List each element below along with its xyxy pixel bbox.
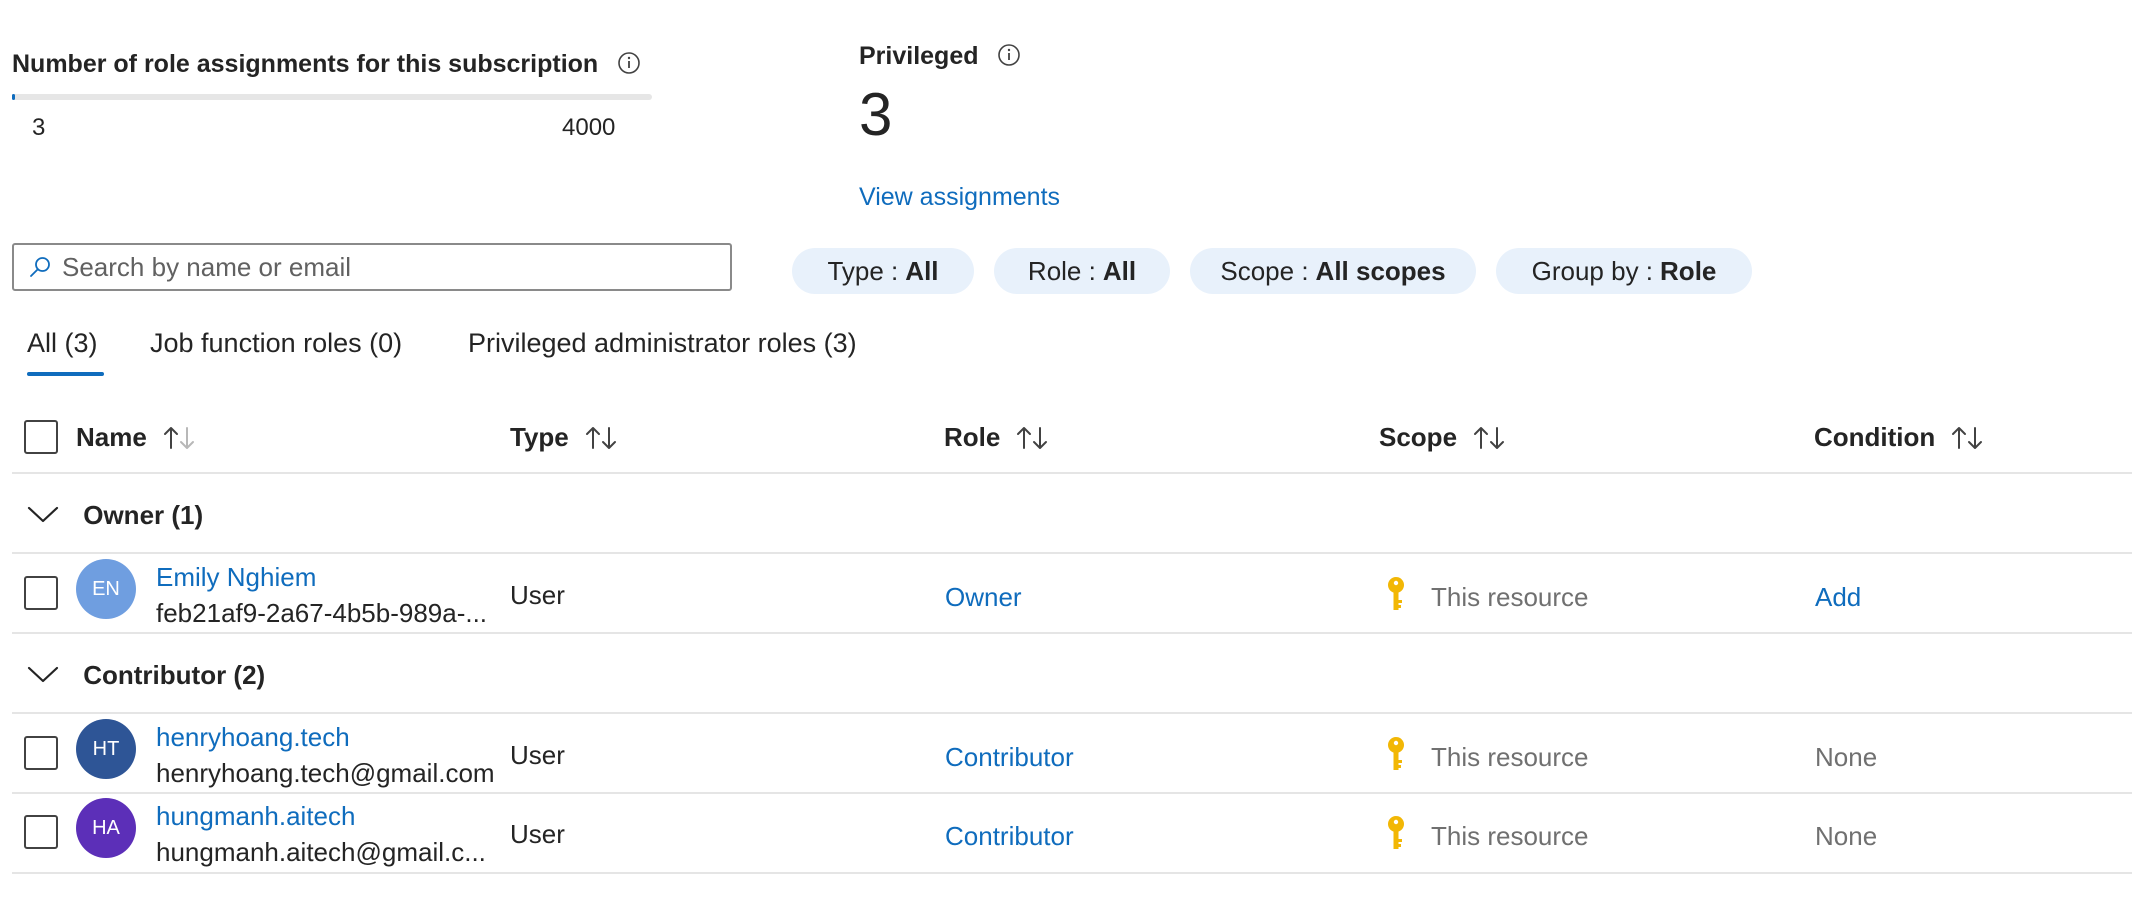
principal-name-link[interactable]: hungmanh.aitech [156, 801, 355, 832]
row-divider [12, 792, 2132, 794]
avatar: HA [76, 798, 136, 858]
principal-name-link[interactable]: Emily Nghiem [156, 562, 316, 593]
row-divider [12, 872, 2132, 874]
row-checkbox[interactable] [24, 576, 58, 610]
column-header-label: Scope [1379, 422, 1458, 452]
avatar: HT [76, 719, 136, 779]
tab-all[interactable]: All (3) [27, 328, 98, 359]
role-link[interactable]: Contributor [945, 742, 1074, 773]
role-filter-pill[interactable]: Role : All [994, 248, 1170, 294]
search-box[interactable] [12, 243, 732, 291]
role-assignments-summary-title: Number of role assignments for this subs… [12, 50, 641, 79]
column-header-label: Condition [1814, 422, 1936, 452]
column-header-name[interactable]: Name [76, 422, 197, 453]
scope-cell: This resource [1431, 582, 1589, 612]
column-header-label: Name [76, 422, 147, 452]
chevron-down-icon[interactable] [26, 502, 60, 526]
scope-cell: This resource [1431, 821, 1589, 851]
usage-limit-value: 4000 [562, 114, 616, 141]
principal-subtitle: henryhoang.tech@gmail.com [156, 758, 495, 788]
condition-cell: None [1815, 821, 1878, 851]
type-cell: User [510, 580, 565, 610]
add-condition-link[interactable]: Add [1815, 582, 1861, 613]
selected-tab-indicator [27, 372, 104, 376]
column-header-condition[interactable]: Condition [1814, 422, 1985, 453]
row-checkbox[interactable] [24, 736, 58, 770]
type-cell: User [510, 819, 565, 849]
usage-progress-fill [12, 94, 16, 100]
column-header-label: Type [510, 422, 569, 452]
info-icon[interactable] [617, 51, 641, 75]
type-filter-pill[interactable]: Type : All [792, 248, 974, 294]
column-header-type[interactable]: Type [510, 422, 619, 453]
filter-label: Scope : [1220, 255, 1309, 286]
key-icon [1384, 576, 1408, 614]
filter-value: All scopes [1315, 255, 1446, 286]
row-checkbox[interactable] [24, 815, 58, 849]
filter-value: All [1102, 255, 1137, 286]
row-divider [12, 632, 2132, 634]
summary-title-text: Number of role assignments for this subs… [12, 50, 599, 78]
column-header-label: Role [944, 422, 1001, 452]
sort-icon[interactable] [583, 424, 619, 452]
group-label: Contributor (2) [83, 660, 266, 690]
scope-cell: This resource [1431, 742, 1589, 772]
search-icon [28, 255, 52, 279]
group-label: Owner (1) [83, 500, 204, 530]
header-divider [12, 472, 2132, 474]
avatar: EN [76, 559, 136, 619]
group-header-contributor[interactable]: Contributor (2) [26, 660, 265, 691]
avatar-initials: HA [92, 816, 120, 839]
filter-label: Type : [827, 255, 899, 286]
group-header-owner[interactable]: Owner (1) [26, 500, 203, 531]
filter-value: All [905, 255, 939, 286]
search-input[interactable] [62, 251, 722, 283]
key-icon [1384, 736, 1408, 774]
condition-cell: None [1815, 742, 1878, 772]
principal-subtitle: feb21af9-2a67-4b5b-989a-... [156, 598, 488, 628]
view-assignments-link[interactable]: View assignments [859, 183, 1060, 212]
usage-progress-bar [12, 94, 652, 100]
sort-icon[interactable] [161, 424, 197, 452]
sort-icon[interactable] [1014, 424, 1050, 452]
row-divider [12, 712, 2132, 714]
sort-icon[interactable] [1471, 424, 1507, 452]
sort-icon[interactable] [1949, 424, 1985, 452]
principal-subtitle: hungmanh.aitech@gmail.c... [156, 837, 486, 867]
usage-current-value: 3 [32, 114, 46, 141]
scope-filter-pill[interactable]: Scope : All scopes [1190, 248, 1476, 294]
column-header-scope[interactable]: Scope [1379, 422, 1507, 453]
select-all-checkbox[interactable] [24, 420, 58, 454]
chevron-down-icon[interactable] [26, 662, 60, 686]
avatar-initials: EN [92, 577, 120, 600]
filter-value: Role [1660, 255, 1717, 286]
privileged-title-text: Privileged [859, 42, 979, 70]
tab-job-function-roles[interactable]: Job function roles (0) [150, 328, 402, 359]
role-link[interactable]: Owner [945, 582, 1022, 613]
key-icon [1384, 815, 1408, 853]
tab-privileged-administrator-roles[interactable]: Privileged administrator roles (3) [468, 328, 857, 359]
info-icon[interactable] [997, 43, 1021, 67]
filter-label: Role : [1027, 255, 1096, 286]
type-cell: User [510, 740, 565, 770]
column-header-role[interactable]: Role [944, 422, 1050, 453]
principal-name-link[interactable]: henryhoang.tech [156, 722, 350, 753]
filter-label: Group by : [1531, 255, 1654, 286]
group-by-pill[interactable]: Group by : Role [1496, 248, 1752, 294]
avatar-initials: HT [92, 737, 120, 760]
role-link[interactable]: Contributor [945, 821, 1074, 852]
privileged-title: Privileged [859, 42, 1021, 71]
row-divider [12, 552, 2132, 554]
privileged-count: 3 [859, 81, 893, 148]
